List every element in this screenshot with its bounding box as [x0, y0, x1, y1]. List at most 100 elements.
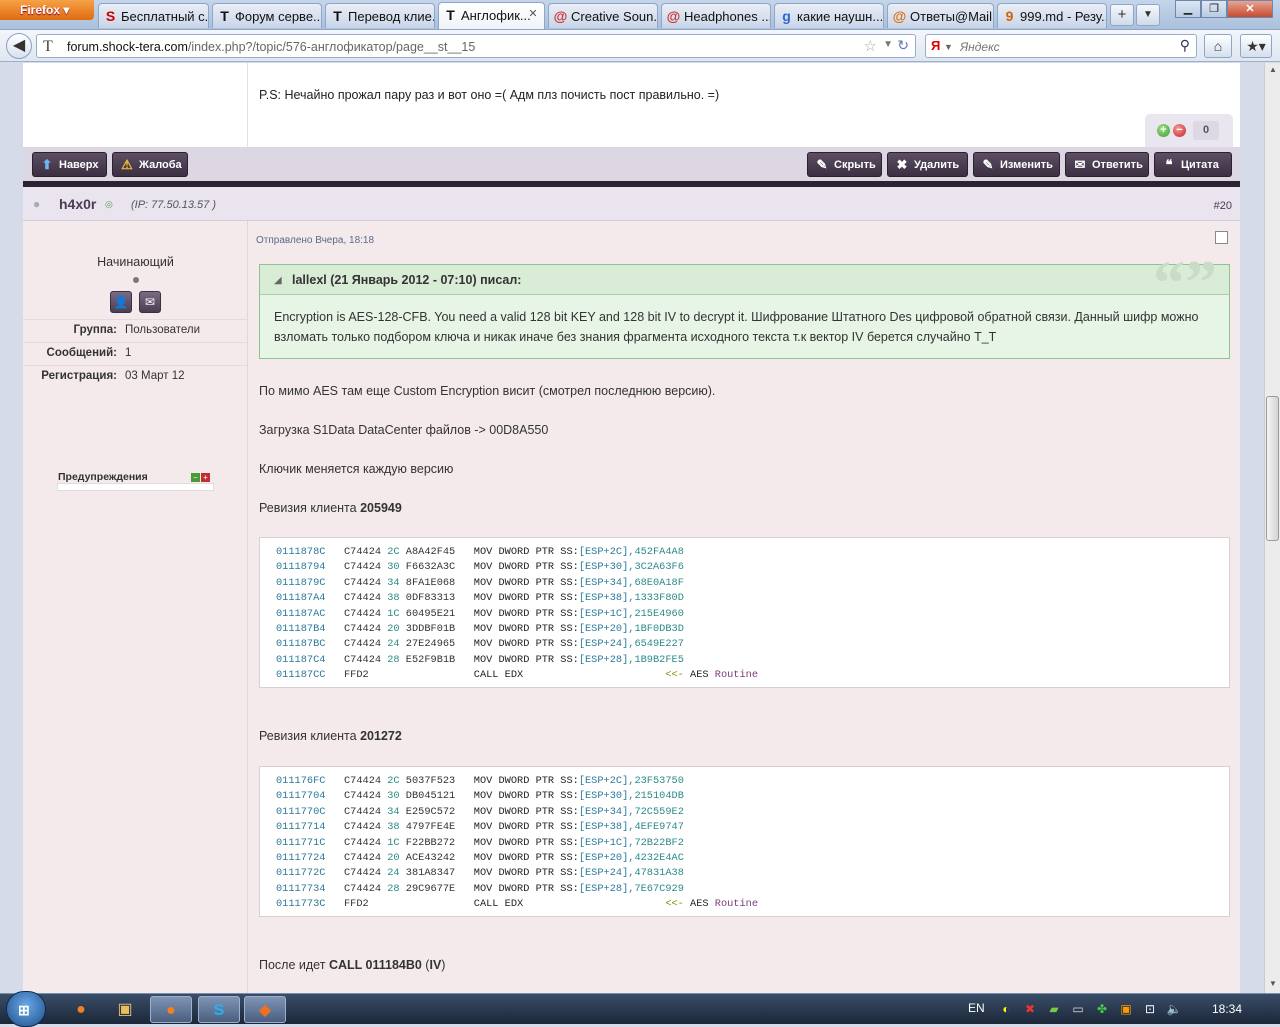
code-token: 0111770C	[276, 805, 344, 818]
hide-button[interactable]: ✎ Скрыть	[807, 152, 882, 177]
taskbar-clock[interactable]: 18:34	[1212, 1002, 1242, 1016]
tab-4-active[interactable]: T Англофик... ✕	[438, 2, 545, 29]
scroll-down-icon[interactable]: ▼	[1267, 979, 1279, 991]
close-window-button[interactable]: ✕	[1227, 0, 1273, 18]
tab-label: какие наушн...	[797, 9, 884, 24]
send-message-icon[interactable]: ✉	[139, 291, 161, 313]
edit-button[interactable]: ✎ Изменить	[973, 152, 1060, 177]
revision-2-line: Ревизия клиента 201272	[259, 729, 402, 743]
post-date: Отправлено Вчера, 18:18	[256, 235, 375, 246]
firefox-menu-button[interactable]: Firefox ▾	[0, 0, 94, 20]
author-row-value: 03 Март 12	[125, 370, 185, 382]
taskbar-skype-icon[interactable]: S	[198, 996, 240, 1023]
start-button[interactable]: ⊞	[6, 991, 46, 1027]
code-token: MOV DWORD PTR SS:	[473, 852, 579, 865]
previous-post-text: P.S: Нечайно прожал пару раз и вот оно =…	[259, 88, 720, 102]
new-tab-button[interactable]: +	[1110, 4, 1134, 26]
code-token: [ESP+2C]	[578, 546, 629, 558]
tab-2[interactable]: T Форум серве...	[212, 3, 322, 28]
tab-7[interactable]: g какие наушн...	[774, 3, 884, 28]
tab-5[interactable]: @ Creative Soun...	[548, 3, 658, 28]
code-token: 011176FC	[276, 775, 344, 787]
taskbar-app-icon[interactable]: ◆	[244, 996, 286, 1023]
page-scrollbar[interactable]: ▲ ▼	[1264, 63, 1280, 993]
search-bar[interactable]: Я ▼ ⚲	[925, 34, 1197, 58]
tab-1[interactable]: S Бесплатный с...	[98, 3, 209, 28]
code-comment: AES	[690, 898, 715, 911]
quote-title: lallexl (21 Январь 2012 - 07:10) писал:	[292, 273, 522, 287]
search-icon[interactable]: ⚲	[1180, 37, 1190, 54]
paragraph-3: Ключик меняется каждую версию	[259, 462, 454, 476]
code-line: 011187B4 C74424 20 3DDBF01B MOV DWORD PT…	[276, 622, 1229, 637]
url-history-chevron-down-icon[interactable]: ▼	[883, 39, 893, 50]
tray-antivirus-icon[interactable]: ✖	[1022, 1001, 1038, 1017]
quote-button[interactable]: ❝ Цитата	[1154, 152, 1232, 177]
tab-favicon-icon: S	[105, 8, 116, 24]
taskbar-firefox-active-icon[interactable]: ●	[150, 996, 192, 1023]
revision-1-line: Ревизия клиента 205949	[259, 501, 402, 515]
tray-nvidia-icon[interactable]: ▰	[1046, 1001, 1062, 1017]
code-token: 011187BC	[276, 638, 344, 651]
rep-minus-icon[interactable]: −	[1173, 124, 1186, 137]
taskbar-firefox-icon[interactable]: ●	[60, 996, 102, 1023]
code-token: C74424	[343, 623, 388, 636]
code-token: FFD2	[343, 898, 388, 911]
post-author-username[interactable]: h4x0r	[59, 196, 96, 212]
home-icon[interactable]: ⌂	[1204, 34, 1232, 58]
code-token: 38	[387, 821, 406, 834]
back-arrow-icon[interactable]: ◀	[6, 33, 32, 59]
reply-button[interactable]: ✉ Ответить	[1065, 152, 1149, 177]
user-profile-icon[interactable]: 👤	[110, 291, 132, 313]
tab-6[interactable]: @ Headphones ...	[661, 3, 771, 28]
scrollbar-thumb[interactable]	[1266, 396, 1279, 541]
code-token: ,72B22BF2	[628, 836, 684, 849]
tab-list-chevron-down-icon[interactable]: ▼	[1136, 4, 1160, 26]
top-button[interactable]: ⬆ Наверх	[32, 152, 107, 177]
tab-3[interactable]: T Перевод клие...	[325, 3, 435, 28]
minimize-window-button[interactable]: ▁	[1175, 0, 1201, 18]
tray-orange-icon[interactable]: ▣	[1118, 1001, 1134, 1017]
code-token: 1C	[387, 836, 406, 849]
delete-button[interactable]: ✖ Удалить	[887, 152, 968, 177]
tray-device-icon[interactable]: ▭	[1070, 1001, 1086, 1017]
tray-clover-icon[interactable]: ✤	[1094, 1001, 1110, 1017]
warning-controls: − +	[191, 469, 211, 483]
close-tab-icon[interactable]: ✕	[526, 7, 540, 21]
warn-decrease-icon[interactable]: −	[191, 473, 200, 482]
code-token: ,1BF0DB3D	[628, 623, 684, 636]
search-input[interactable]	[960, 38, 1170, 55]
yandex-engine-icon[interactable]: Я ▼	[931, 38, 953, 53]
warnings-label: Предупреждения	[58, 471, 148, 483]
code-token: 0DF83313	[405, 592, 474, 605]
reload-icon[interactable]: ↻	[897, 37, 909, 54]
tray-volume-icon[interactable]: 🔈	[1166, 1001, 1182, 1017]
code-token: E52F9B1B	[405, 653, 474, 666]
url-bar[interactable]: T forum.shock-tera.com/index.php?/topic/…	[36, 34, 916, 58]
report-button[interactable]: ⚠ Жалоба	[112, 152, 188, 177]
arrow-up-icon: ⬆	[41, 157, 53, 172]
bookmark-star-icon[interactable]: ☆	[864, 37, 877, 55]
revision-label: Ревизия клиента	[259, 501, 357, 515]
post-number-link[interactable]: #20	[1214, 200, 1232, 212]
code-line: 011187A4 C74424 38 0DF83313 MOV DWORD PT…	[276, 591, 1229, 606]
code-token: [ESP+1C]	[578, 836, 629, 849]
tray-network-icon[interactable]: ⊡	[1142, 1001, 1158, 1017]
rep-plus-icon[interactable]: +	[1157, 124, 1170, 137]
taskbar-explorer-icon[interactable]: ▣	[104, 996, 146, 1023]
online-status-icon: ◎	[105, 199, 113, 209]
warn-increase-icon[interactable]: +	[201, 473, 210, 482]
language-indicator[interactable]: EN	[968, 1001, 985, 1015]
scroll-up-icon[interactable]: ▲	[1267, 65, 1279, 77]
code-comment: AES	[690, 669, 715, 682]
code-token: C74424	[343, 882, 388, 895]
quote-header: ◢ lallexl (21 Январь 2012 - 07:10) писал…	[260, 251, 1229, 315]
last-paren-close: )	[441, 958, 446, 972]
tray-app-icon[interactable]: ◐	[998, 1001, 1014, 1017]
tab-favicon-icon: g	[782, 8, 791, 24]
select-post-checkbox[interactable]	[1215, 231, 1228, 244]
bookmarks-star-icon[interactable]: ★▾	[1240, 34, 1272, 58]
tab-8[interactable]: @ Ответы@Mail...	[887, 3, 994, 28]
maximize-window-button[interactable]: ❐	[1201, 0, 1227, 18]
tab-9[interactable]: 9 999.md - Резу...	[997, 3, 1107, 28]
